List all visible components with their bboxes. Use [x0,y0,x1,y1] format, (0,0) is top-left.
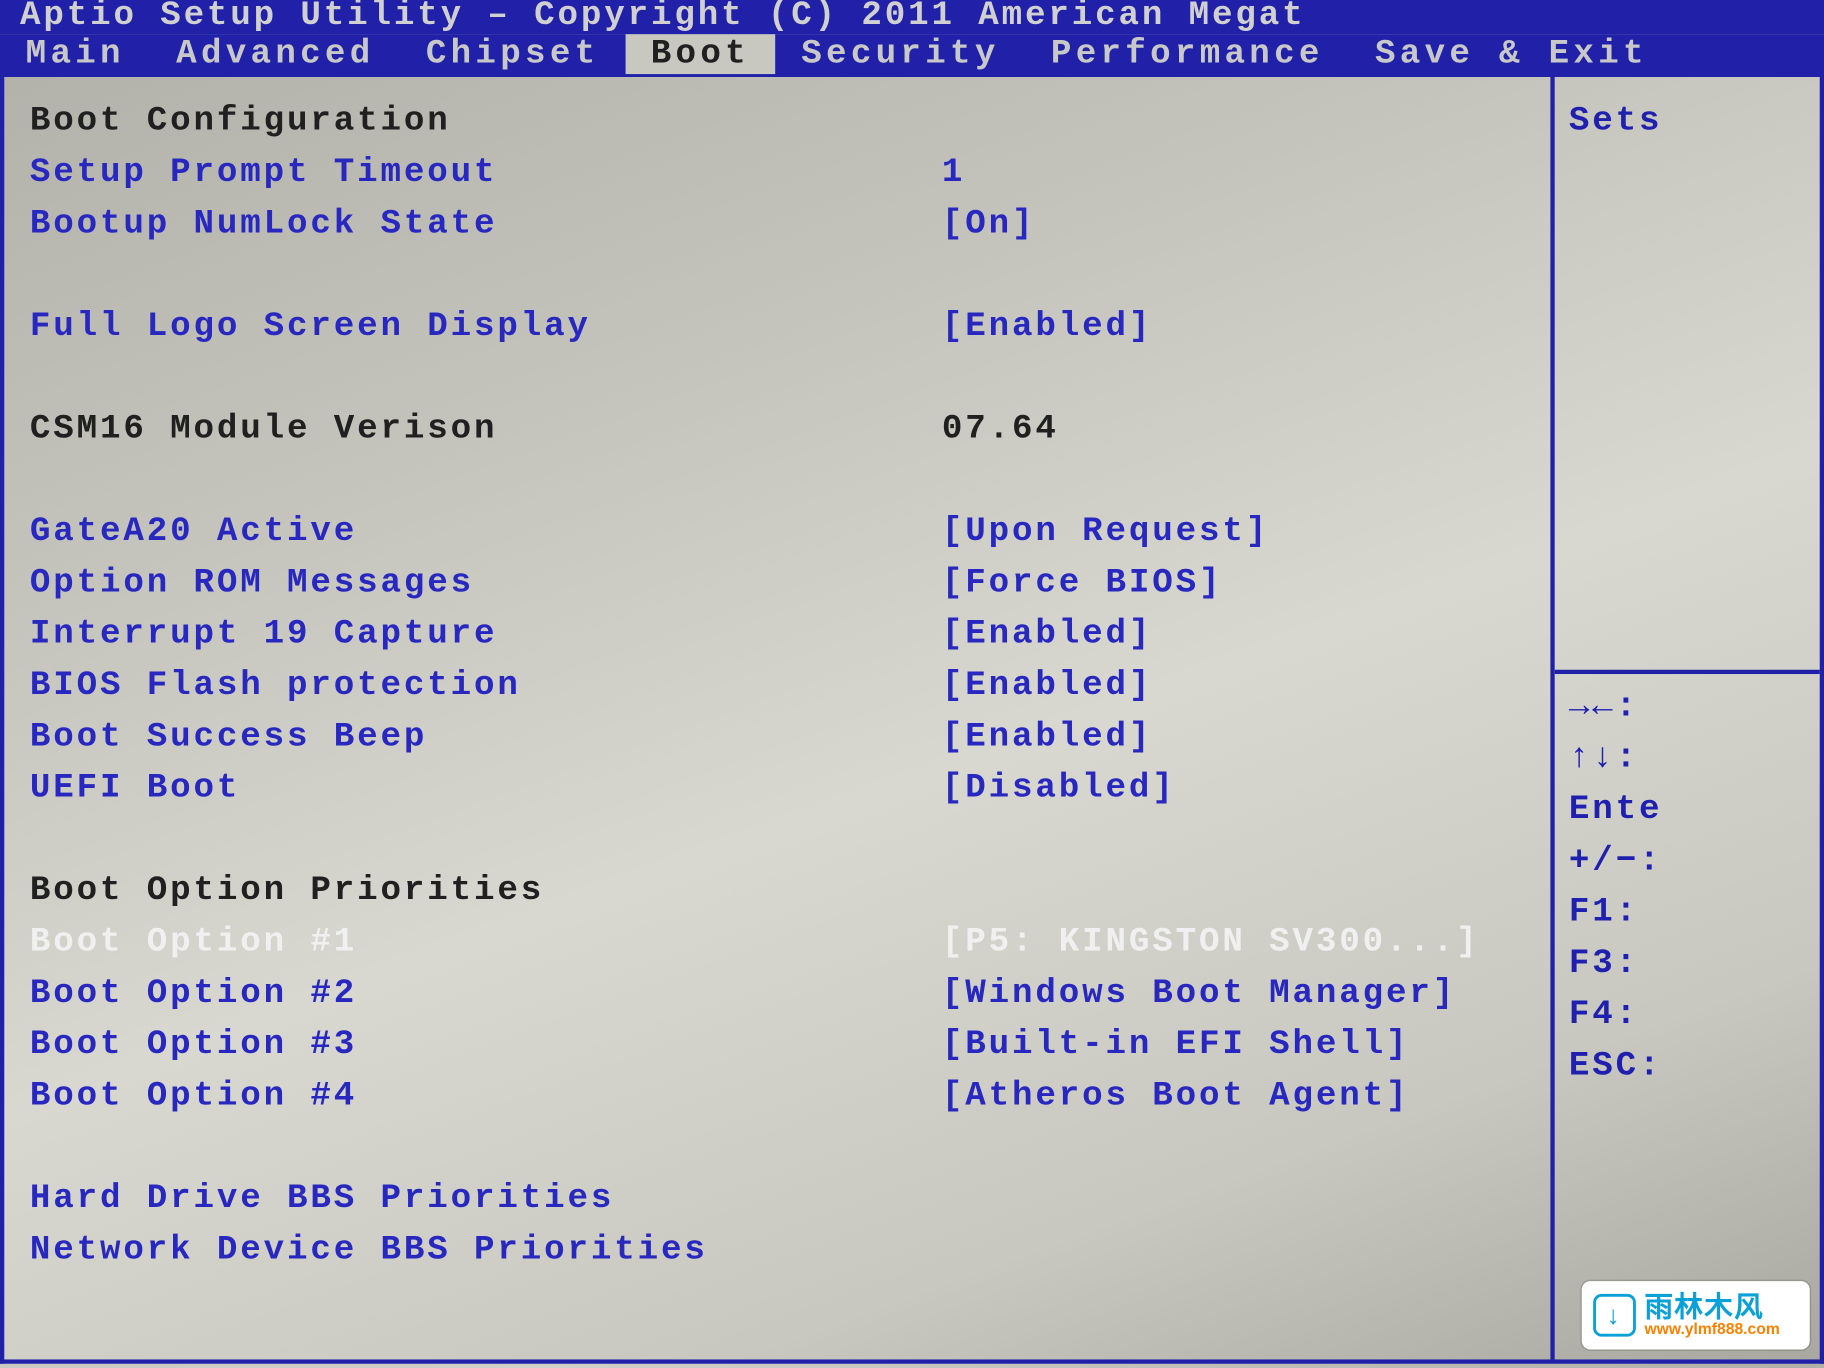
boot4-label: Boot Option #4 [30,1072,942,1123]
boot2-label: Boot Option #2 [30,969,942,1020]
boot-priorities-title: Boot Option Priorities [30,866,544,917]
bootup-numlock-state[interactable]: Bootup NumLock State [On] [30,200,1528,251]
menu-chipset-label: Chipset [426,35,600,73]
bios-title-text: Aptio Setup Utility – Copyright (C) 2011… [20,0,1306,34]
help-separator [1555,670,1820,674]
menu-save-exit[interactable]: Save & Exit [1349,34,1673,74]
full-logo-value: [Enabled] [942,302,1528,353]
beep-label: Boot Success Beep [30,713,942,764]
menu-advanced-label: Advanced [176,35,374,73]
boot1-label: Boot Option #1 [30,918,942,969]
gatea20-active[interactable]: GateA20 Active [Upon Request] [30,507,1528,558]
download-icon: ↓ [1607,1300,1623,1330]
csm16-module-version: CSM16 Module Verison 07.64 [30,405,1528,456]
hard-drive-bbs-priorities[interactable]: Hard Drive BBS Priorities [30,1174,1528,1225]
menu-boot[interactable]: Boot [625,34,775,74]
interrupt-19-capture[interactable]: Interrupt 19 Capture [Enabled] [30,610,1528,661]
gatea20-label: GateA20 Active [30,507,942,558]
key-hint-f4: F4: [1569,990,1808,1041]
network-device-bbs-priorities[interactable]: Network Device BBS Priorities [30,1226,1528,1277]
uefi-value: [Disabled] [942,764,1528,815]
int19-value: [Enabled] [942,610,1528,661]
int19-label: Interrupt 19 Capture [30,610,942,661]
menu-security[interactable]: Security [776,34,1026,74]
key-hint-plus-minus: +/−: [1569,836,1808,887]
watermark-url: www.ylmf888.com [1644,1322,1779,1338]
flashprot-label: BIOS Flash protection [30,661,942,712]
numlock-value: [On] [942,200,1528,251]
boot3-value: [Built-in EFI Shell] [942,1020,1528,1071]
key-hint-enter: Ente [1569,785,1808,836]
net-bbs-label: Network Device BBS Priorities [30,1226,708,1277]
boot-option-2[interactable]: Boot Option #2 [Windows Boot Manager] [30,969,1528,1020]
menu-security-label: Security [801,35,999,73]
menu-chipset[interactable]: Chipset [400,34,625,74]
csm16-value: 07.64 [942,405,1528,456]
help-panel: Sets →←: ↑↓: Ente +/−: F1: F3: F4: ESC: [1555,77,1820,1360]
boot3-label: Boot Option #3 [30,1020,942,1071]
menu-main[interactable]: Main [0,34,150,74]
content-frame: Boot Configuration Setup Prompt Timeout … [0,77,1824,1364]
boot2-value: [Windows Boot Manager] [942,969,1528,1020]
key-hint-f3: F3: [1569,939,1808,990]
boot-config-title: Boot Configuration [30,97,451,148]
hdd-bbs-label: Hard Drive BBS Priorities [30,1174,614,1225]
setup-prompt-value: 1 [942,148,1528,199]
boot-option-3[interactable]: Boot Option #3 [Built-in EFI Shell] [30,1020,1528,1071]
menu-main-label: Main [26,35,125,73]
setup-prompt-label: Setup Prompt Timeout [30,148,942,199]
boot4-value: [Atheros Boot Agent] [942,1072,1528,1123]
menu-advanced[interactable]: Advanced [150,34,400,74]
bios-title: Aptio Setup Utility – Copyright (C) 2011… [0,0,1824,34]
boot-success-beep[interactable]: Boot Success Beep [Enabled] [30,713,1528,764]
main-panel: Boot Configuration Setup Prompt Timeout … [4,77,1554,1360]
full-logo-label: Full Logo Screen Display [30,302,942,353]
full-logo-screen-display[interactable]: Full Logo Screen Display [Enabled] [30,302,1528,353]
key-hint-f1: F1: [1569,888,1808,939]
boot-option-1[interactable]: Boot Option #1 [P5: KINGSTON SV300...] [30,918,1528,969]
optrom-label: Option ROM Messages [30,559,942,610]
option-rom-messages[interactable]: Option ROM Messages [Force BIOS] [30,559,1528,610]
uefi-boot[interactable]: UEFI Boot [Disabled] [30,764,1528,815]
menu-performance[interactable]: Performance [1025,34,1349,74]
menu-performance-label: Performance [1051,35,1324,73]
watermark-icon: ↓ [1593,1294,1636,1337]
flashprot-value: [Enabled] [942,661,1528,712]
watermark: ↓ 雨林木风 www.ylmf888.com [1582,1281,1810,1349]
gatea20-value: [Upon Request] [942,507,1528,558]
csm16-label: CSM16 Module Verison [30,405,942,456]
beep-value: [Enabled] [942,713,1528,764]
bios-flash-protection[interactable]: BIOS Flash protection [Enabled] [30,661,1528,712]
setup-prompt-timeout[interactable]: Setup Prompt Timeout 1 [30,148,1528,199]
optrom-value: [Force BIOS] [942,559,1528,610]
help-text: Sets [1569,97,1808,148]
watermark-text-cn: 雨林木风 [1644,1293,1779,1322]
menu-bar: Main Advanced Chipset Boot Security Perf… [0,34,1824,77]
boot-option-4[interactable]: Boot Option #4 [Atheros Boot Agent] [30,1072,1528,1123]
numlock-label: Bootup NumLock State [30,200,942,251]
menu-boot-label: Boot [651,35,750,73]
key-hint-left-right: →←: [1569,683,1808,734]
key-hint-up-down: ↑↓: [1569,734,1808,785]
key-hint-esc: ESC: [1569,1042,1808,1093]
boot1-value: [P5: KINGSTON SV300...] [942,918,1528,969]
menu-save-exit-label: Save & Exit [1375,35,1648,73]
uefi-label: UEFI Boot [30,764,942,815]
